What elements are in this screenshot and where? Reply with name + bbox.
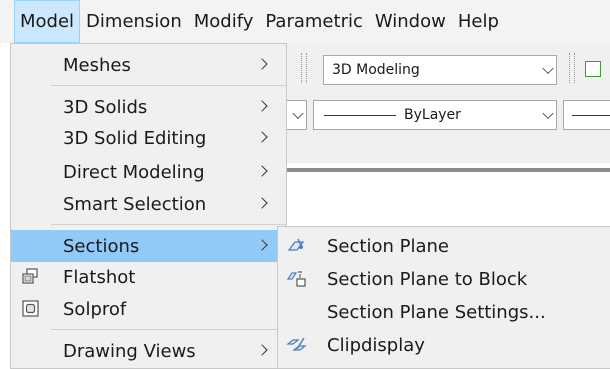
chevron-right-icon [256, 239, 268, 251]
menu-item-sections[interactable]: Sections [11, 230, 286, 262]
menu-item-label: Meshes [63, 54, 131, 76]
chevron-down-icon [542, 107, 554, 120]
menu-item-label: Direct Modeling [63, 161, 205, 183]
menu-item-flatshot[interactable]: Flatshot [11, 262, 286, 292]
chevron-down-icon [542, 62, 554, 75]
submenu-item-label: Clipdisplay [327, 334, 425, 356]
lineweight-dropdown[interactable] [563, 100, 610, 130]
linetype-dropdown[interactable]: ByLayer [313, 100, 557, 130]
menu-item-label: Smart Selection [63, 193, 207, 215]
menu-separator [51, 85, 286, 86]
clipdisplay-icon [286, 337, 307, 351]
chevron-right-icon [256, 58, 268, 70]
section-plane-icon [287, 238, 305, 251]
menu-help[interactable]: Help [452, 0, 505, 43]
workspace-dropdown[interactable]: 3D Modeling [323, 55, 557, 85]
menu-item-direct-modeling[interactable]: Direct Modeling [11, 157, 286, 187]
chevron-right-icon [256, 197, 268, 209]
linetype-sample [324, 115, 396, 116]
menu-separator [51, 329, 286, 330]
submenu-item-label: Section Plane to Block [327, 268, 528, 290]
menu-item-3d-solid-editing[interactable]: 3D Solid Editing [11, 123, 286, 153]
toolbar-grip[interactable] [569, 53, 575, 83]
chevron-down-icon [292, 107, 304, 120]
chevron-right-icon [256, 165, 268, 177]
solprof-icon [22, 300, 39, 317]
toolbar: 3D Modeling ByLayer [283, 43, 610, 163]
menu-item-label: 3D Solids [63, 96, 148, 118]
submenu-item-clipdisplay[interactable]: Clipdisplay [278, 329, 610, 361]
submenu-item-label: Section Plane [327, 235, 449, 257]
menu-item-smart-selection[interactable]: Smart Selection [11, 189, 286, 219]
menu-item-label: Flatshot [63, 266, 136, 288]
menu-dimension[interactable]: Dimension [80, 0, 188, 43]
menu-item-3d-solids[interactable]: 3D Solids [11, 92, 286, 122]
section-plane-to-block-icon [286, 271, 306, 287]
workspace-value: 3D Modeling [332, 62, 420, 78]
lineweight-sample [572, 115, 610, 116]
menu-item-label: 3D Solid Editing [63, 127, 207, 149]
ribbon-divider [283, 168, 610, 172]
submenu-item-section-plane-settings[interactable]: Section Plane Settings... [278, 296, 610, 328]
toolbar-grip[interactable] [301, 53, 307, 83]
menu-item-solprof[interactable]: Solprof [11, 294, 286, 324]
menu-item-meshes[interactable]: Meshes [11, 50, 286, 80]
layer-state-icon[interactable] [585, 61, 601, 77]
menu-separator [51, 224, 286, 225]
chevron-right-icon [256, 131, 268, 143]
menu-bar: Model Dimension Modify Parametric Window… [0, 0, 610, 43]
menu-parametric[interactable]: Parametric [259, 0, 368, 43]
submenu-item-section-plane[interactable]: Section Plane [278, 230, 610, 262]
menu-modify[interactable]: Modify [188, 0, 260, 43]
menu-item-label: Sections [63, 235, 140, 257]
menu-item-label: Drawing Views [63, 340, 196, 362]
sections-submenu: Section Plane Section Plane to Block Sec… [277, 226, 610, 369]
menu-item-label: Solprof [63, 298, 127, 320]
menu-model[interactable]: Model [14, 0, 81, 43]
menu-item-drawing-views[interactable]: Drawing Views [11, 336, 286, 366]
chevron-right-icon [256, 100, 268, 112]
submenu-item-label: Section Plane Settings... [327, 301, 546, 323]
linetype-value: ByLayer [404, 107, 461, 123]
model-menu: Meshes 3D Solids 3D Solid Editing Direct… [10, 43, 287, 369]
submenu-item-section-plane-to-block[interactable]: Section Plane to Block [278, 263, 610, 295]
menu-window[interactable]: Window [369, 0, 452, 43]
flatshot-icon [22, 268, 38, 284]
chevron-right-icon [256, 344, 268, 356]
